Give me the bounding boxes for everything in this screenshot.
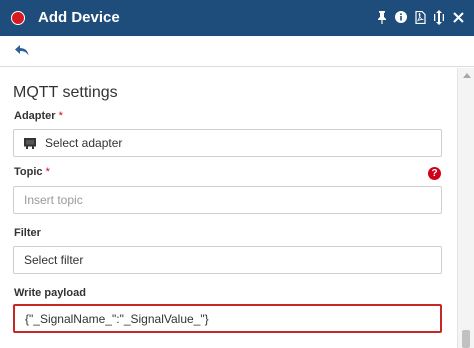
adapter-select-value: Select adapter [45, 136, 123, 150]
scrollbar-thumb[interactable] [462, 330, 470, 348]
window-title: Add Device [38, 9, 120, 26]
filter-label: Filter [14, 227, 41, 239]
form-panel: MQTT settings Adapter * Select adapter T… [0, 68, 456, 348]
section-title: MQTT settings [13, 84, 118, 101]
filter-label-text: Filter [14, 227, 41, 239]
close-icon[interactable] [452, 9, 464, 25]
adapter-select[interactable]: Select adapter [13, 129, 442, 157]
write-payload-label: Write payload [14, 287, 86, 299]
topic-input[interactable]: Insert topic [13, 186, 442, 214]
dialog-toolbar [0, 36, 474, 67]
filter-select[interactable]: Select filter [13, 246, 442, 274]
filter-select-value: Select filter [24, 253, 84, 267]
topic-label: Topic * [14, 166, 50, 178]
back-arrow-icon[interactable] [14, 44, 32, 58]
required-marker: * [45, 166, 50, 178]
adapter-label-text: Adapter [14, 110, 56, 122]
titlebar-actions [376, 9, 464, 25]
write-payload-input[interactable]: {"_SignalName_":"_SignalValue_"} [13, 304, 442, 333]
scroll-up-arrow-icon[interactable] [463, 73, 471, 78]
topic-input-placeholder: Insert topic [24, 193, 83, 207]
adapter-icon [24, 137, 36, 149]
required-marker: * [58, 110, 63, 122]
write-payload-value: {"_SignalName_":"_SignalValue_"} [25, 311, 209, 326]
vertical-scrollbar[interactable] [457, 68, 474, 348]
info-icon[interactable] [395, 9, 407, 25]
resize-icon[interactable] [433, 9, 445, 25]
record-status-icon [11, 11, 25, 25]
topic-label-text: Topic [14, 166, 43, 178]
window-titlebar: Add Device [0, 0, 474, 36]
write-payload-label-text: Write payload [14, 287, 86, 299]
pin-icon[interactable] [376, 9, 388, 25]
adapter-label: Adapter * [14, 110, 63, 122]
help-icon[interactable]: ? [428, 167, 441, 180]
pdf-icon[interactable] [414, 9, 426, 25]
